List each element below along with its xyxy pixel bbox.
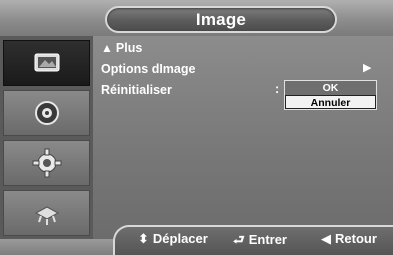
menu-item-label: Options dImage	[101, 62, 196, 76]
dropdown-option-ok[interactable]: OK	[285, 81, 376, 95]
sound-icon	[34, 101, 59, 125]
menu-item-options-image[interactable]: Options dImage	[101, 61, 195, 77]
picture-icon	[34, 53, 59, 72]
menu-panel: ▲ Plus Options dImage ▶ Réinitialiser : O…	[93, 36, 393, 239]
dropdown-option-cancel[interactable]: Annuler	[285, 95, 376, 109]
page-title: Image	[195, 9, 247, 29]
right-arrow-icon: ▶	[363, 62, 372, 74]
menu-item-label: Réinitialiser	[101, 83, 172, 97]
enter-icon: ⮐	[233, 232, 245, 247]
title-pill: Image	[105, 6, 337, 33]
footer-move: ⬍ Déplacer	[138, 231, 208, 247]
setup-gear-icon	[32, 148, 61, 178]
menu-item-reset[interactable]: Réinitialiser	[101, 82, 172, 98]
footer-back: ◀ Retour	[321, 231, 377, 247]
footer-enter: ⮐ Entrer	[233, 231, 287, 253]
sidebar-item-sound[interactable]	[3, 90, 90, 136]
header-bar: Image	[0, 0, 393, 36]
footer-move-label: Déplacer	[152, 231, 208, 246]
footer-enter-label: Entrer	[248, 232, 287, 247]
sidebar-item-picture[interactable]	[3, 40, 90, 86]
reset-colon: :	[275, 82, 280, 96]
sidebar-item-setup[interactable]	[3, 140, 90, 186]
input-icon	[34, 206, 59, 225]
tv-osd-window: Image ▲ Plus Options dImage ▶ Réinitiali…	[0, 0, 393, 255]
footer-back-label: Retour	[335, 231, 377, 246]
back-arrow-icon: ◀	[321, 231, 331, 246]
updown-icon: ⬍	[138, 231, 149, 246]
sidebar	[0, 36, 93, 239]
sidebar-item-input[interactable]	[3, 190, 90, 236]
menu-item-label: Plus	[115, 41, 143, 55]
menu-item-plus[interactable]: ▲ Plus	[101, 40, 142, 56]
up-arrow-icon: ▲	[101, 41, 113, 55]
reset-dropdown: OK Annuler	[284, 80, 377, 110]
